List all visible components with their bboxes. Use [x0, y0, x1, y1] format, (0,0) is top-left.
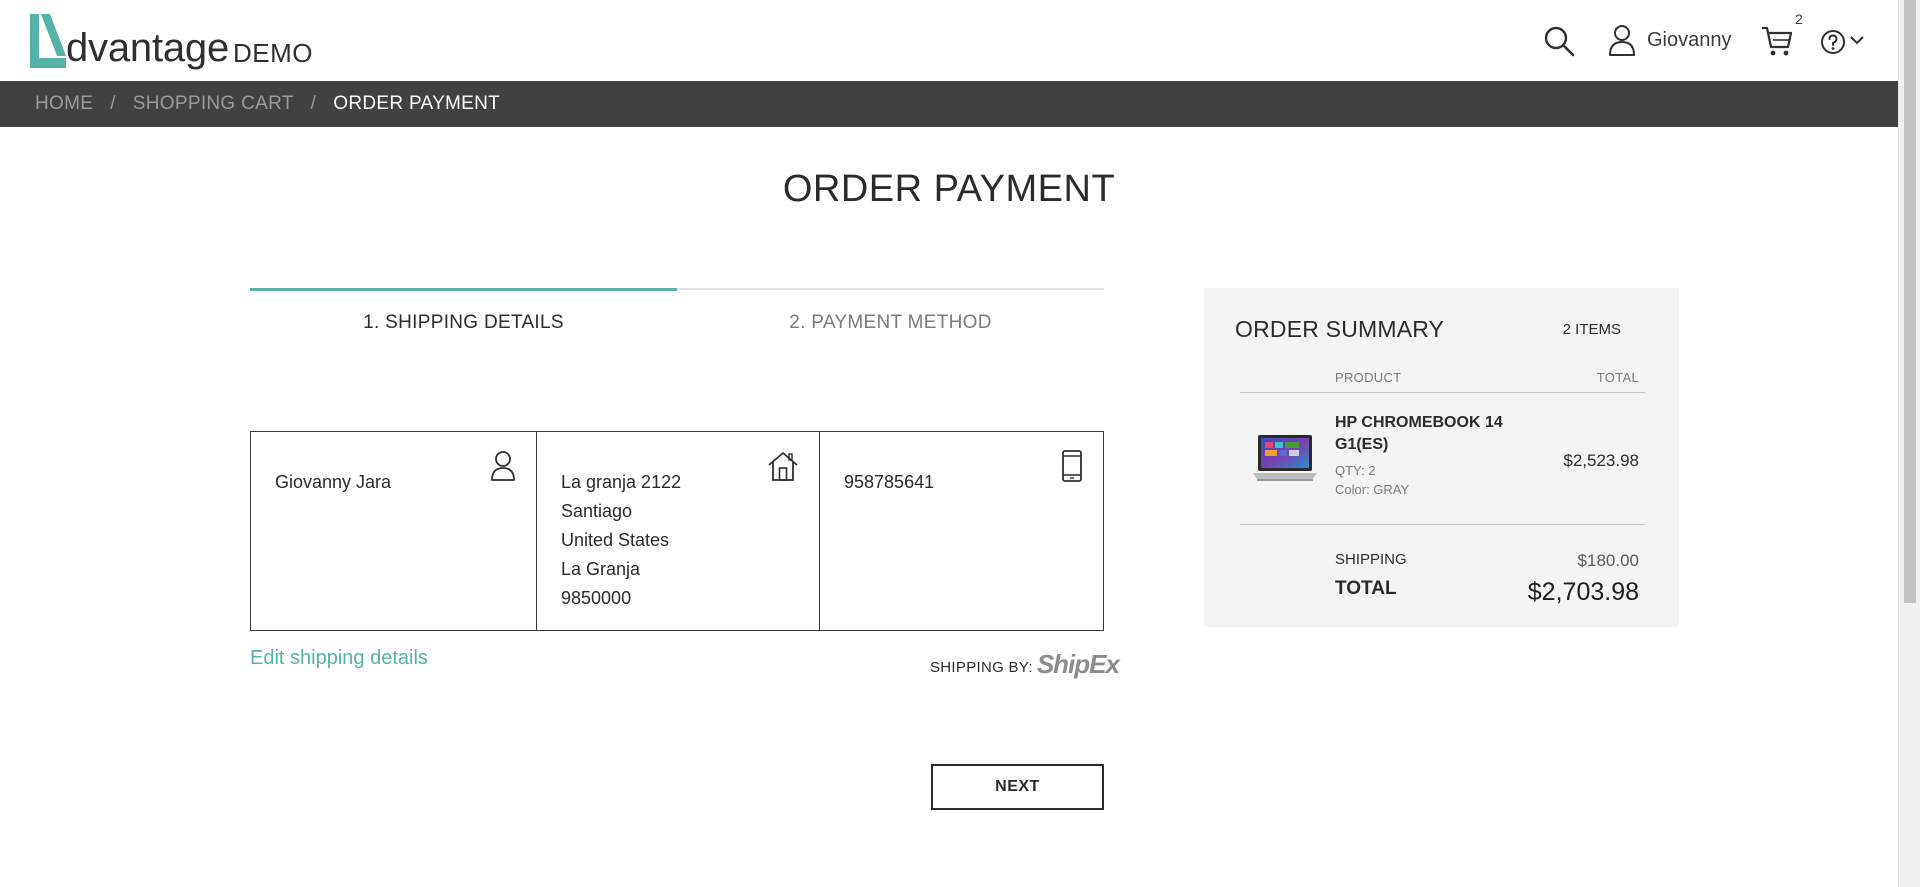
shipping-details-box: Giovanny Jara La granja 2122 Santiago Un…	[250, 431, 1104, 631]
summary-divider	[1240, 392, 1645, 393]
breadcrumb-separator: /	[310, 93, 317, 114]
order-total-label: TOTAL	[1335, 578, 1397, 599]
logo-a-mark-icon	[30, 14, 66, 68]
shipping-name-cell: Giovanny Jara	[251, 432, 536, 630]
tab-shipping-details[interactable]: 1. SHIPPING DETAILS	[250, 312, 677, 334]
address-line: Santiago	[561, 501, 633, 521]
user-name: Giovanny	[1647, 29, 1732, 51]
cart-count-badge: 2	[1795, 11, 1803, 27]
user-icon	[1609, 25, 1635, 56]
user-icon	[491, 451, 515, 481]
tab-payment-method[interactable]: 2. PAYMENT METHOD	[677, 312, 1104, 334]
breadcrumb-home[interactable]: HOME	[35, 93, 93, 115]
help-icon	[1821, 30, 1845, 54]
mobile-phone-icon	[1062, 450, 1082, 482]
order-total-value: $2,703.98	[1527, 578, 1639, 606]
logo-wordmark: dvantage	[66, 26, 229, 70]
cart-icon	[1762, 26, 1793, 56]
shipping-phone-cell: 958785641	[819, 432, 1103, 630]
edit-shipping-details-link[interactable]: Edit shipping details	[250, 647, 428, 670]
product-color: Color: GRAY	[1335, 482, 1410, 497]
chevron-down-icon	[1850, 36, 1864, 45]
search-icon[interactable]	[1543, 25, 1575, 57]
breadcrumb: HOME / SHOPPING CART / ORDER PAYMENT	[0, 81, 1898, 127]
shipping-by-label: SHIPPING BY:	[930, 658, 1033, 676]
shipex-logo: ShipEx	[1036, 649, 1120, 679]
breadcrumb-separator: /	[110, 93, 116, 114]
product-line-total: $2,523.98	[1563, 451, 1639, 470]
address-line: United States	[561, 530, 670, 550]
product-quantity: QTY: 2	[1335, 463, 1376, 478]
shipping-cost-label: SHIPPING	[1335, 551, 1407, 568]
address-line: 9850000	[561, 588, 632, 608]
breadcrumb-shopping-cart[interactable]: SHOPPING CART	[133, 93, 294, 115]
logo-demo-suffix: DEMO	[233, 38, 313, 68]
checkout-steps: 1. SHIPPING DETAILS 2. PAYMENT METHOD	[250, 288, 1104, 348]
order-summary-panel: ORDER SUMMARY 2 ITEMS PRODUCT TOTAL HP C…	[1204, 288, 1679, 627]
order-item-count: 2 ITEMS	[1562, 321, 1621, 338]
shipping-name: Giovanny Jara	[275, 472, 392, 492]
product-thumbnail-laptop	[1253, 435, 1317, 481]
steps-progress-indicator	[250, 288, 677, 291]
order-summary-title: ORDER SUMMARY	[1235, 316, 1445, 342]
summary-divider	[1240, 524, 1645, 525]
advantage-logo[interactable]: dvantage DEMO	[28, 12, 313, 70]
column-header-product: PRODUCT	[1335, 370, 1402, 385]
next-button[interactable]: NEXT	[931, 764, 1104, 810]
vertical-scrollbar[interactable]	[1898, 0, 1920, 887]
top-header: dvantage DEMO Giovanny 2	[0, 0, 1898, 81]
page-title: ORDER PAYMENT	[782, 168, 1116, 210]
shipping-cost-value: $180.00	[1577, 551, 1639, 570]
scrollbar-thumb[interactable]	[1904, 0, 1916, 603]
breadcrumb-current: ORDER PAYMENT	[333, 93, 501, 114]
column-header-total: TOTAL	[1596, 370, 1639, 385]
address-line: La Granja	[561, 559, 641, 579]
shipping-carrier: SHIPPING BY: ShipEx	[930, 649, 1120, 680]
home-icon	[768, 452, 798, 481]
shipping-address-cell: La granja 2122 Santiago United States La…	[536, 432, 819, 630]
product-name[interactable]: HP CHROMEBOOK 14 G1(ES)	[1335, 412, 1510, 456]
shipping-phone: 958785641	[844, 472, 935, 492]
address-line: La granja 2122	[561, 472, 682, 492]
